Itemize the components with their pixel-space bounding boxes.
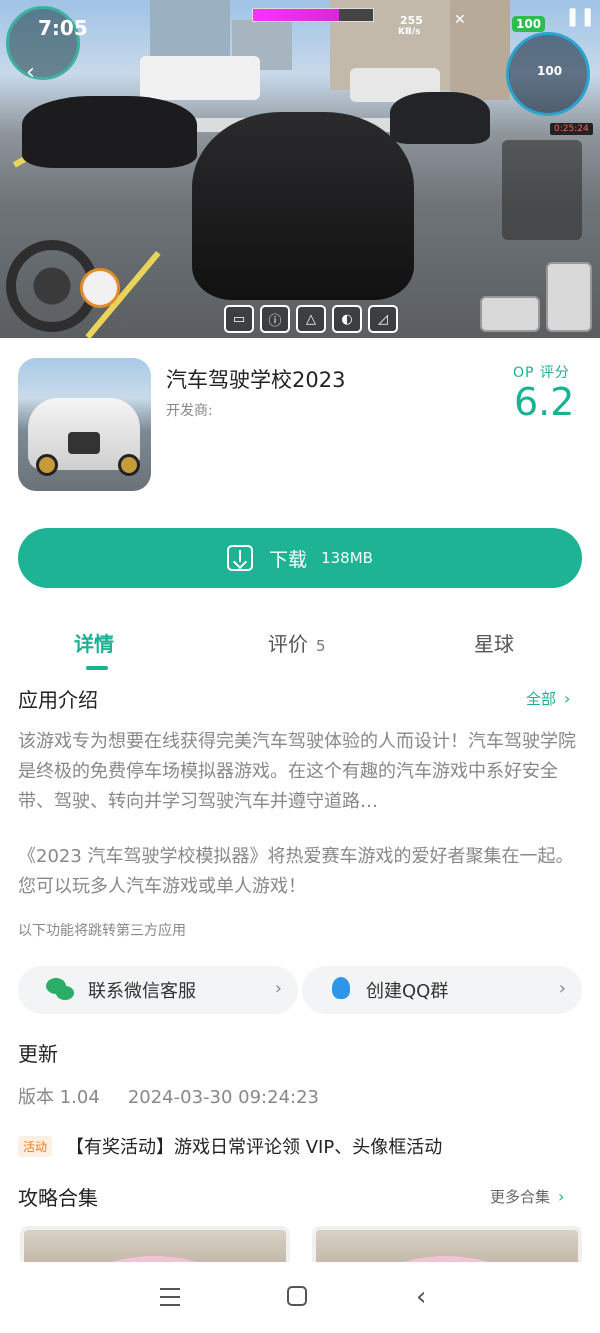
tab-label: 星球 <box>474 632 514 656</box>
race-timer: 0:25:24 <box>550 123 593 135</box>
app-icon <box>18 358 151 491</box>
game-screenshot[interactable]: 7:05 ‹ 255 KB/s ✕ ❚❚ 100 100 0:25:24 ▭ ⓘ… <box>0 0 600 338</box>
brake-pedal[interactable] <box>480 296 540 332</box>
create-qq-group-button[interactable]: 创建QQ群 › <box>302 966 582 1014</box>
intro-more-link[interactable]: 全部 › <box>526 688 570 709</box>
fuel-bar <box>252 8 374 22</box>
developer-label: 开发商: <box>166 403 213 419</box>
qq-icon <box>330 977 352 1003</box>
rpm-gauge <box>80 268 120 308</box>
pause-icon[interactable]: ❚❚ <box>565 6 595 27</box>
wechat-service-button[interactable]: 联系微信客服 › <box>18 966 298 1014</box>
guides-more-link[interactable]: 更多合集 › <box>490 1186 564 1207</box>
guides-title: 攻略合集 <box>18 1186 98 1210</box>
wechat-icon <box>46 978 76 1002</box>
third-party-note: 以下功能将跳转第三方应用 <box>18 923 186 939</box>
gas-pedal[interactable] <box>546 262 592 332</box>
ambulance <box>140 56 260 100</box>
tab-label: 详情 <box>74 632 114 656</box>
chevron-right-icon: › <box>558 978 566 999</box>
mute-icon: ✕ <box>454 12 466 28</box>
wheel <box>118 454 140 476</box>
camera-icon[interactable]: ▭ <box>224 305 254 333</box>
battery-indicator: 100 <box>512 16 546 32</box>
intro-paragraph-1: 该游戏专为想要在线获得完美汽车驾驶体验的人而设计！汽车驾驶学院是终极的免费停车场… <box>18 731 576 812</box>
score-label: OP 评分 <box>513 365 570 381</box>
download-size: 138MB <box>321 549 373 567</box>
active-tab-indicator <box>86 666 108 670</box>
chevron-right-icon: › <box>274 978 282 999</box>
app-title: 汽车驾驶学校2023 <box>166 368 346 392</box>
gear-shifter[interactable] <box>502 140 582 240</box>
handbrake-icon[interactable]: ⓘ <box>260 305 290 333</box>
guides-more-label: 更多合集 <box>490 1188 551 1206</box>
wiper-icon[interactable]: ◿ <box>368 305 398 333</box>
back-icon[interactable]: ‹ <box>416 1282 426 1312</box>
activity-badge: 活动 <box>18 1136 53 1157</box>
wheel <box>36 454 58 476</box>
menu-icon[interactable] <box>160 1288 180 1312</box>
download-button[interactable]: 下载 138MB <box>18 528 582 588</box>
car-left <box>22 96 197 168</box>
player-car <box>192 112 414 300</box>
score-value: 6.2 <box>514 380 575 424</box>
tab-details[interactable]: 详情 <box>74 628 114 657</box>
tab-reviews[interactable]: 评价 5 <box>268 628 326 657</box>
building <box>150 0 230 60</box>
fuel-fill <box>253 9 340 21</box>
headlight-icon[interactable]: ◐ <box>332 305 362 333</box>
version-info: 版本 1.04 2024-03-30 09:24:23 <box>18 1083 319 1109</box>
version-number: 版本 1.04 <box>18 1087 100 1108</box>
back-arrow-icon[interactable]: ‹ <box>26 60 35 85</box>
wechat-label: 联系微信客服 <box>88 981 196 1002</box>
tab-label: 评价 <box>268 632 308 656</box>
car-grille <box>68 432 100 454</box>
system-nav-bar: ‹ <box>0 1262 600 1333</box>
car-right <box>390 92 490 144</box>
tab-planet[interactable]: 星球 <box>474 628 514 657</box>
chevron-right-icon: › <box>558 1187 565 1206</box>
intro-paragraph-2: 《2023 汽车驾驶学校模拟器》将热爱赛车游戏的爱好者聚集在一起。您可以玩多人汽… <box>18 846 574 897</box>
qq-label: 创建QQ群 <box>366 981 449 1002</box>
review-count: 5 <box>316 637 326 655</box>
net-speed: 255 <box>400 14 423 27</box>
net-unit: KB/s <box>398 27 421 37</box>
download-label: 下载 <box>269 548 308 571</box>
home-icon[interactable] <box>287 1286 307 1306</box>
intro-title: 应用介绍 <box>18 688 98 712</box>
chevron-right-icon: › <box>564 689 571 708</box>
update-date: 2024-03-30 09:24:23 <box>127 1087 319 1108</box>
speed-readout: 100 <box>537 64 563 78</box>
update-title: 更新 <box>18 1042 58 1066</box>
download-icon <box>227 545 254 571</box>
hazard-icon[interactable]: △ <box>296 305 326 333</box>
activity-link[interactable]: 【有奖活动】游戏日常评论领 VIP、头像框活动 <box>66 1133 442 1159</box>
intro-more-label: 全部 <box>526 690 557 708</box>
hud-time: 7:05 <box>38 16 88 40</box>
hud-buttons: ▭ ⓘ △ ◐ ◿ <box>224 305 398 333</box>
